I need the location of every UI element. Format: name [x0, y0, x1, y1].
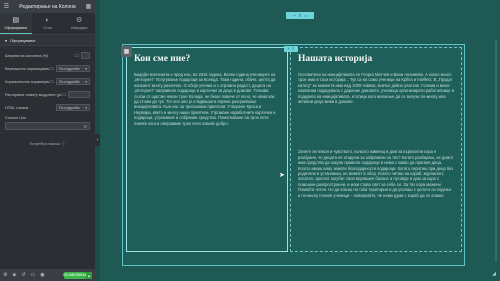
- move-icon[interactable]: ⠿: [292, 47, 295, 51]
- tab-advanced[interactable]: ⚙ Напредно: [63, 13, 95, 34]
- panel-header: ☰ Редактирање на Колона ▦: [0, 0, 95, 13]
- vertical-align-field: Вертикално порамнување ▭ По подразби ▾: [0, 62, 95, 75]
- gear-icon: ⚙: [76, 17, 83, 24]
- panel-tabs: ▤ Оформување ◐ Стил ⚙ Напредно: [0, 13, 95, 35]
- select-value: По подразби: [59, 105, 80, 110]
- field-control: ▭ По подразби ▾: [49, 65, 90, 72]
- tab-label: Стил: [43, 26, 52, 30]
- tab-layout[interactable]: ▤ Оформување: [0, 13, 32, 34]
- text-history-2: Зхнете ли някоя и чувството, колкото жив…: [298, 149, 454, 198]
- html-tag-select[interactable]: По подразби ▾: [56, 104, 90, 111]
- gear-icon[interactable]: ⚙: [83, 124, 87, 129]
- horizontal-align-select[interactable]: По подразби ▾: [56, 78, 90, 85]
- text-about: Бидејќи вселената е пред нас, во 2016 го…: [134, 72, 276, 126]
- history-icon[interactable]: ↺: [21, 272, 25, 278]
- section-title: Оформување: [10, 37, 36, 43]
- settings-icon[interactable]: ⚙: [3, 272, 7, 278]
- panel-title: Редактирање на Колона: [19, 3, 76, 10]
- column-handle[interactable]: + ⠿: [284, 46, 298, 52]
- column-width-input[interactable]: [81, 52, 90, 59]
- field-control: ▭: [74, 52, 90, 59]
- publish-button[interactable]: ОБЈАВУВАЊЕ: [63, 271, 87, 279]
- heading-history: Нашата историја: [298, 54, 373, 64]
- select-value: По подразби: [59, 66, 80, 71]
- field-label: Вертикално порамнување: [5, 66, 50, 71]
- section-layout-header[interactable]: ▾ Оформување: [0, 35, 95, 46]
- layout-icon: ▤: [12, 16, 20, 24]
- field-label: Ширина на колоната (%): [5, 53, 49, 58]
- style-icon: ◐: [45, 17, 50, 24]
- column-link-field: Column Link ⚙: [0, 114, 95, 132]
- field-label: Column Link: [5, 116, 27, 120]
- column-about[interactable]: ▦ Кои сме ние? Бидејќи вселената е пред …: [121, 46, 288, 252]
- monitor-icon[interactable]: ▭: [74, 53, 79, 59]
- tab-style[interactable]: ◐ Стил: [32, 13, 64, 34]
- select-value: По подразби: [59, 79, 80, 84]
- section-handle[interactable]: + ⠿ ×: [286, 12, 314, 19]
- field-control: ▭ По подразби ▾: [49, 78, 90, 85]
- publish-options-button[interactable]: ▴: [86, 271, 92, 279]
- widget-spacing-input[interactable]: [68, 91, 90, 98]
- field-label: Хоризонтално порамнување: [5, 79, 49, 84]
- mouse-cursor-icon: ➤: [279, 172, 285, 179]
- html-tag-field: HTML ознака По подразби ▾: [0, 101, 95, 114]
- chevron-down-icon: ▾: [5, 37, 8, 43]
- layers-icon[interactable]: ◈: [12, 272, 16, 278]
- help-link[interactable]: Потребна помош ⓘ: [0, 142, 95, 147]
- panel-footer: ⚙ ◈ ↺ ▭ ◉ ОБЈАВУВАЊЕ ▴: [0, 269, 95, 281]
- tab-label: Напредно: [70, 26, 88, 30]
- plus-icon[interactable]: +: [293, 13, 295, 18]
- grid-icon[interactable]: ▦: [85, 3, 92, 10]
- monitor-icon[interactable]: ▭: [61, 92, 66, 98]
- chevron-down-icon: ▾: [85, 105, 87, 110]
- chevron-down-icon: ▾: [85, 79, 87, 84]
- monitor-icon[interactable]: ▭: [49, 79, 54, 85]
- monitor-icon[interactable]: ▭: [49, 66, 54, 72]
- plus-icon[interactable]: +: [288, 47, 290, 51]
- editor-panel: ☰ Редактирање на Колона ▦ ▤ Оформување ◐…: [0, 0, 95, 281]
- editor-app: ☰ Редактирање на Колона ▦ ▤ Оформување ◐…: [0, 0, 500, 281]
- move-icon[interactable]: ⠿: [299, 13, 302, 18]
- help-text: Потребна помош: [29, 142, 60, 146]
- responsive-icon[interactable]: ▭: [31, 272, 36, 278]
- canvas-scrollbar[interactable]: [495, 40, 497, 262]
- vertical-align-select[interactable]: По подразби ▾: [56, 65, 90, 72]
- column-history[interactable]: Нашата историја Основатели на иницијатив…: [290, 47, 462, 252]
- menu-icon[interactable]: ☰: [3, 3, 10, 10]
- content-section[interactable]: ▦ Кои сме ние? Бидејќи вселената е пред …: [121, 44, 465, 266]
- close-icon[interactable]: ×: [304, 13, 306, 18]
- field-label: HTML ознака: [5, 105, 29, 110]
- preview-canvas: + ⠿ × ▦ Кои сме ние? Бидејќи вселената е…: [100, 0, 500, 281]
- preview-icon[interactable]: ◉: [40, 272, 44, 278]
- resize-corner-icon: ◢: [492, 271, 496, 277]
- column-link-input[interactable]: ⚙: [5, 122, 90, 130]
- heading-about: Кои сме ние?: [134, 54, 191, 64]
- help-icon: ⓘ: [61, 142, 66, 146]
- tab-label: Оформување: [4, 25, 28, 30]
- text-history-1: Основатели на иницијативата се Георги Ма…: [298, 72, 454, 105]
- widget-spacing-field: Растојание помеѓу модулите (px) ▭: [0, 88, 95, 101]
- column-edit-icon[interactable]: ▦: [121, 46, 132, 57]
- horizontal-align-field: Хоризонтално порамнување ▭ По подразби ▾: [0, 75, 95, 88]
- chevron-down-icon: ▾: [85, 66, 87, 71]
- field-control: ▭: [61, 91, 90, 98]
- column-width-field: Ширина на колоната (%) ▭: [0, 49, 95, 62]
- field-label: Растојание помеѓу модулите (px): [5, 92, 62, 97]
